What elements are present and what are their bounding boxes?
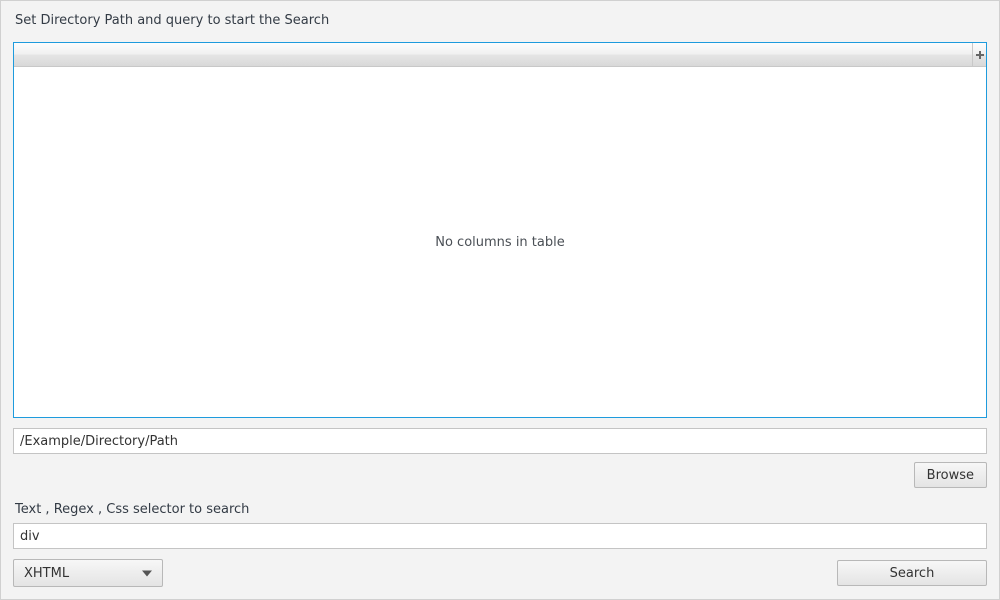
directory-path-input[interactable] (13, 428, 987, 454)
table-header (14, 43, 986, 67)
mode-select[interactable]: XHTML (13, 559, 163, 587)
table-corner-button[interactable] (972, 43, 986, 66)
search-panel: Set Directory Path and query to start th… (0, 0, 1000, 600)
search-button[interactable]: Search (837, 560, 987, 586)
panel-title: Set Directory Path and query to start th… (13, 13, 987, 28)
results-table[interactable]: No columns in table (13, 42, 987, 418)
table-body: No columns in table (14, 67, 986, 417)
query-input[interactable] (13, 523, 987, 549)
plus-icon (976, 51, 984, 59)
chevron-down-icon (142, 566, 152, 581)
table-empty-label: No columns in table (435, 235, 564, 250)
query-label: Text , Regex , Css selector to search (13, 502, 987, 517)
mode-select-value: XHTML (24, 566, 69, 581)
browse-button[interactable]: Browse (914, 462, 987, 488)
